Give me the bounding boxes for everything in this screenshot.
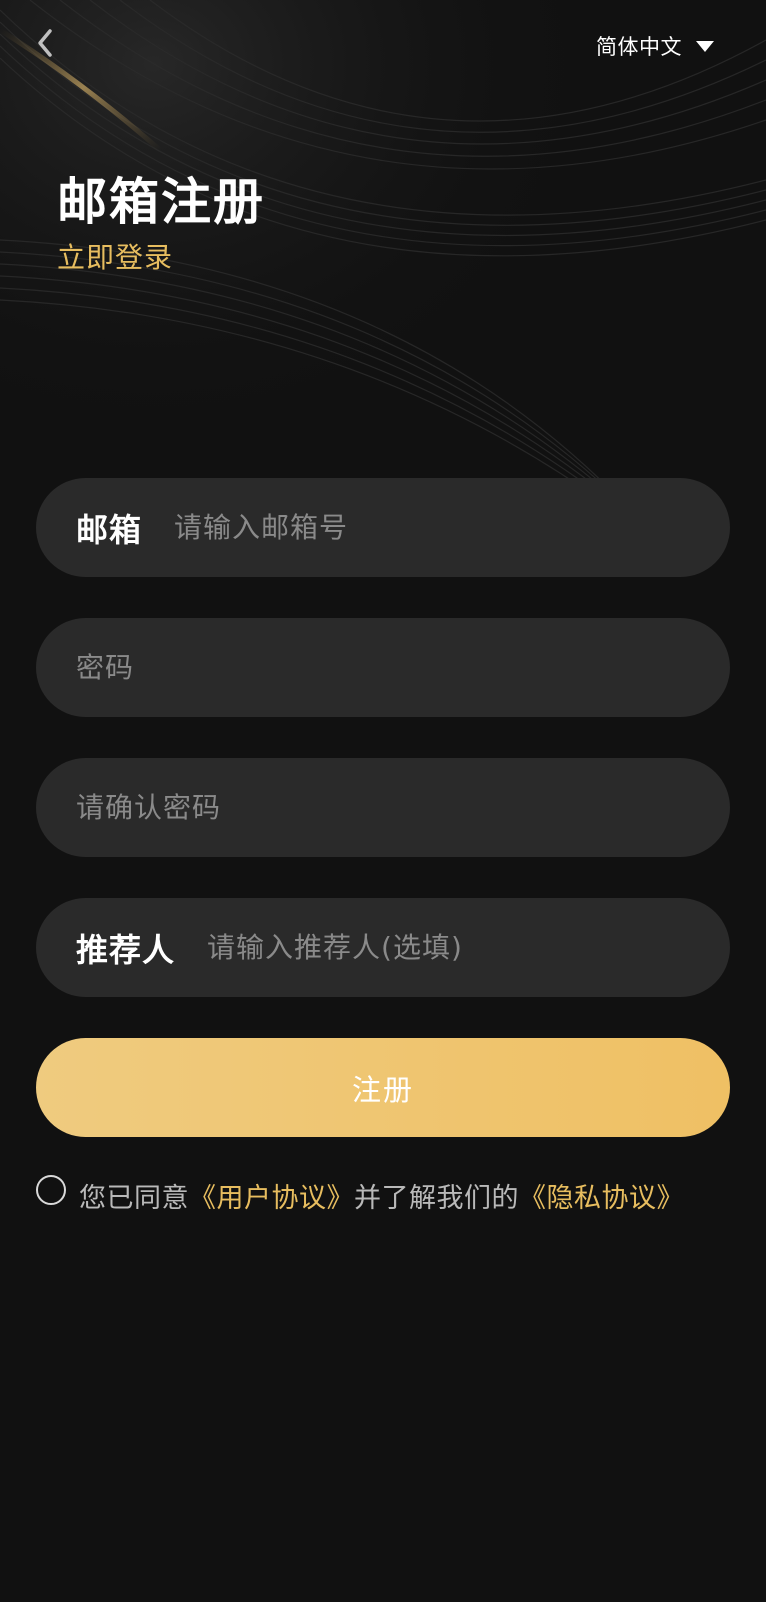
email-field[interactable]: 邮箱 (36, 478, 730, 577)
password-field[interactable] (36, 618, 730, 717)
language-label: 简体中文 (596, 35, 682, 59)
privacy-agreement-link[interactable]: 《隐私协议》 (519, 1176, 684, 1215)
chevron-left-icon (38, 29, 52, 57)
email-label: 邮箱 (76, 510, 143, 549)
confirm-password-input[interactable] (76, 777, 730, 838)
agreement-middle: 并了解我们的 (354, 1183, 519, 1214)
referrer-label: 推荐人 (76, 930, 176, 969)
page-title: 邮箱注册 (57, 173, 265, 231)
password-input[interactable] (76, 637, 730, 698)
referrer-input[interactable] (207, 917, 730, 978)
referrer-field[interactable]: 推荐人 (36, 898, 730, 997)
language-selector[interactable]: 简体中文 (596, 30, 714, 62)
confirm-password-field[interactable] (36, 758, 730, 857)
email-input[interactable] (174, 497, 730, 558)
agreement-row: 您已同意 《用户协议》 并了解我们的 《隐私协议》 (36, 1174, 756, 1215)
top-bar: 简体中文 (0, 0, 766, 90)
user-agreement-link[interactable]: 《用户协议》 (189, 1176, 354, 1215)
agreement-checkbox[interactable] (36, 1174, 66, 1205)
agreement-prefix: 您已同意 (79, 1183, 189, 1214)
caret-down-icon (696, 40, 714, 52)
register-button[interactable]: 注册 (36, 1038, 730, 1137)
back-button[interactable] (28, 26, 62, 60)
login-link[interactable]: 立即登录 (57, 238, 173, 278)
